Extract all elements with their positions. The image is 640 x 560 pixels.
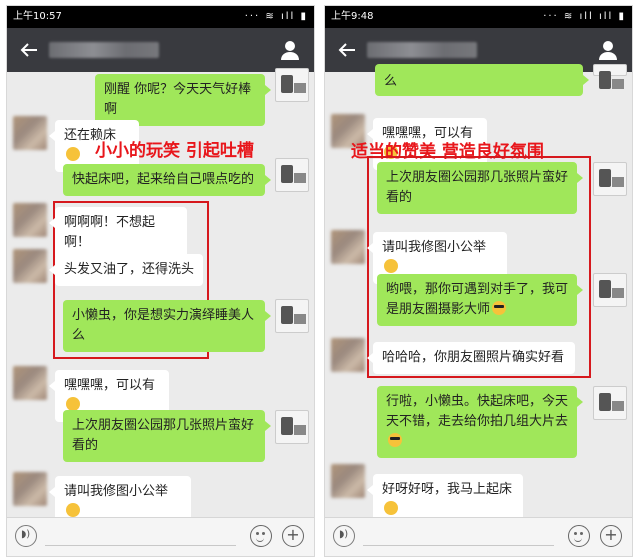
sunglasses-emoji-icon (388, 433, 402, 447)
smile-emoji-icon (66, 397, 80, 411)
avatar-contact (13, 366, 47, 400)
shy-emoji-icon (66, 503, 80, 517)
smile-emoji-icon (66, 147, 80, 161)
contact-name-blurred (49, 42, 159, 58)
chat-bubble-outgoing: 刚醒 你呢？今天天气好棒啊 (95, 74, 271, 126)
message-text: 行啦，小懒虫。快起床吧，今天天不错，走去给你拍几组大片去 (386, 394, 569, 429)
chat-bubble-outgoing: 快起床吧，起来给自己喂点吃的 (63, 164, 271, 196)
chat-bubble-outgoing: 上次朋友圈公园那几张照片蛮好看的 (63, 410, 271, 462)
status-time: 上午10:57 (13, 11, 62, 22)
message-text: 头发又油了，还得洗头 (64, 262, 195, 277)
person-icon[interactable] (596, 38, 620, 62)
avatar-contact (13, 203, 47, 237)
chat-bubble-incoming: 头发又油了，还得洗头 (49, 254, 203, 286)
chat-bubble-outgoing: 行啦，小懒虫。快起床吧，今天天不错，走去给你拍几组大片去 (377, 386, 583, 458)
chat-input-bar: ◗) + (325, 517, 632, 556)
avatar-self (275, 410, 309, 444)
status-time: 上午9:48 (331, 11, 374, 22)
message-text: 快起床吧，起来给自己喂点吃的 (72, 172, 255, 187)
plus-icon[interactable]: + (600, 525, 622, 547)
avatar-self (593, 273, 627, 307)
avatar-self (593, 64, 627, 89)
message-text: 哈哈哈，你朋友圈照片确实好看 (382, 350, 565, 365)
message-text: 请叫我修图小公举 (382, 240, 487, 255)
avatar-self (593, 386, 627, 420)
status-bar: 上午9:48 ··· ≋ ıll ıll ▮ (325, 6, 632, 28)
chat-bubble-incoming: 啊啊啊！不想起啊！ (49, 207, 187, 259)
status-icons: ··· ≋ ıll ▮ (244, 11, 308, 22)
smile-emoji-icon (384, 501, 398, 515)
avatar-contact (331, 338, 365, 372)
avatar-contact (13, 116, 47, 150)
message-text: 啊啊啊！不想起啊！ (64, 215, 156, 250)
annotation-caption: 小小的玩笑 引起吐槽 (95, 141, 254, 161)
contact-name-blurred (367, 42, 477, 58)
shy-emoji-icon (384, 259, 398, 273)
message-text: 哟喂，那你可遇到对手了，我可是朋友圈摄影大师 (386, 282, 569, 317)
right-screenshot: 上午9:48 ··· ≋ ıll ıll ▮ 么 嘿嘿嘿，可以有 适当的赞美 营… (324, 5, 633, 557)
arrow-left-icon[interactable] (17, 38, 41, 62)
person-icon[interactable] (278, 38, 302, 62)
message-text: 小懒虫，你是想实力演绎睡美人么 (72, 308, 255, 343)
message-text: 上次朋友圈公园那几张照片蛮好看的 (386, 170, 569, 205)
chat-bubble-outgoing: 哟喂，那你可遇到对手了，我可是朋友圈摄影大师 (377, 274, 583, 326)
chat-header (7, 28, 314, 72)
voice-icon[interactable]: ◗) (333, 525, 355, 547)
message-text: 上次朋友圈公园那几张照片蛮好看的 (72, 418, 255, 453)
status-icons: ··· ≋ ıll ıll ▮ (543, 11, 626, 22)
chat-bubble-outgoing: 上次朋友圈公园那几张照片蛮好看的 (377, 162, 583, 214)
chat-input-bar: ◗) + (7, 517, 314, 556)
status-bar: 上午10:57 ··· ≋ ıll ▮ (7, 6, 314, 28)
message-text: 嘿嘿嘿，可以有 (64, 378, 156, 393)
chat-bubble-outgoing: 么 (375, 64, 589, 96)
voice-icon[interactable]: ◗) (15, 525, 37, 547)
left-screenshot: 上午10:57 ··· ≋ ıll ▮ 刚醒 你呢？今天天气好棒啊 还在赖床 小… (6, 5, 315, 557)
avatar-contact (13, 472, 47, 506)
avatar-contact (331, 464, 365, 498)
chat-bubble-incoming: 哈哈哈，你朋友圈照片确实好看 (367, 342, 575, 374)
emoji-icon[interactable] (568, 525, 590, 547)
avatar-contact (331, 230, 365, 264)
avatar-self (275, 158, 309, 192)
avatar-contact (13, 249, 47, 283)
message-input[interactable] (45, 545, 236, 546)
avatar-self (275, 68, 309, 102)
avatar-self (593, 162, 627, 196)
plus-icon[interactable]: + (282, 525, 304, 547)
message-text: 好呀好呀，我马上起床 (382, 482, 513, 497)
message-text: 么 (384, 74, 398, 89)
message-text: 请叫我修图小公举 (64, 484, 169, 499)
arrow-left-icon[interactable] (335, 38, 359, 62)
avatar-self (275, 299, 309, 333)
emoji-icon[interactable] (250, 525, 272, 547)
message-input[interactable] (363, 545, 554, 546)
message-text: 刚醒 你呢？今天天气好棒啊 (104, 82, 252, 117)
chat-bubble-outgoing: 小懒虫，你是想实力演绎睡美人么 (63, 300, 271, 352)
sunglasses-emoji-icon (492, 301, 507, 315)
